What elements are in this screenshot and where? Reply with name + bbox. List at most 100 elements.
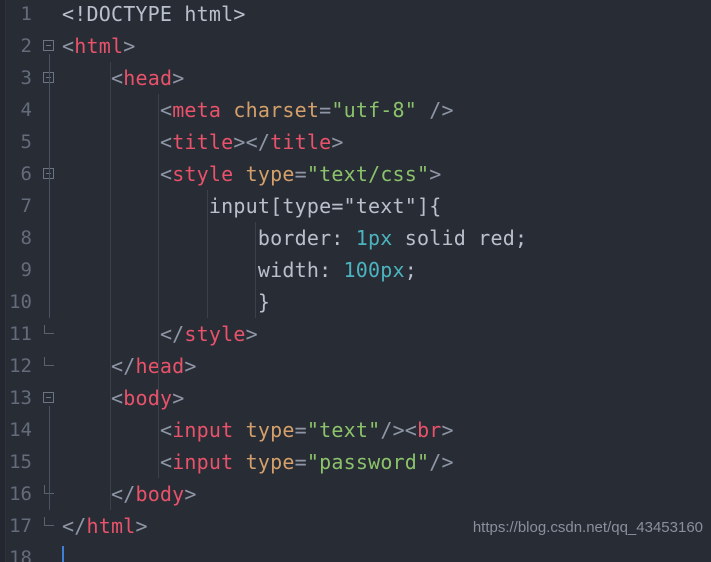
token-tag: meta: [172, 98, 222, 122]
token-tag: style: [172, 162, 234, 186]
gutter-row[interactable]: 6: [0, 158, 62, 190]
line-number-gutter[interactable]: 1 2 3 4 5 6 7 8 9 10 11 12 13 14 15 16 17 18: [0, 0, 62, 562]
line-number: 6: [20, 163, 32, 185]
watermark-text: https://blog.csdn.net/qq_43453160: [472, 519, 703, 536]
fold-end-marker-icon[interactable]: [44, 357, 54, 366]
gutter-row[interactable]: 12: [0, 350, 62, 382]
token-punctuation: </: [110, 354, 136, 378]
gutter-row[interactable]: 13: [0, 382, 62, 414]
token-tag: title: [270, 130, 332, 154]
gutter-row[interactable]: 15: [0, 446, 62, 478]
code-line[interactable]: border: 1px solid red;: [62, 222, 711, 254]
gutter-row[interactable]: 9: [0, 254, 62, 286]
gutter-row[interactable]: 14: [0, 414, 62, 446]
code-line[interactable]: <style type="text/css">: [62, 158, 711, 190]
token-punctuation: <: [62, 34, 75, 58]
token-attribute: charset: [233, 98, 320, 122]
code-content-area[interactable]: <!DOCTYPE html> <html> <head> <meta chars…: [62, 0, 711, 562]
code-line[interactable]: <input type="password"/>: [62, 446, 711, 478]
token-punctuation: =: [294, 418, 307, 442]
token-punctuation: <: [159, 162, 173, 186]
token-punctuation: <: [110, 66, 124, 90]
gutter-row[interactable]: 4: [0, 94, 62, 126]
token-plain: width:: [257, 258, 344, 282]
token-string: "text/css": [306, 162, 430, 186]
fold-end-marker-icon[interactable]: [44, 517, 54, 526]
gutter-row[interactable]: 5: [0, 126, 62, 158]
token-punctuation: <: [159, 418, 173, 442]
token-string: "password": [306, 450, 430, 474]
line-number: 1: [20, 3, 32, 25]
fold-collapse-icon[interactable]: [43, 392, 54, 403]
gutter-row[interactable]: 17: [0, 510, 62, 542]
token-punctuation: >: [172, 66, 185, 90]
token-plain: input[type="text"]{: [208, 194, 442, 218]
line-number: 15: [9, 451, 32, 473]
token-punctuation: <: [159, 98, 173, 122]
gutter-row[interactable]: 11: [0, 318, 62, 350]
code-line-text: <!DOCTYPE html>: [62, 0, 246, 30]
code-line-text: input[type="text"]{: [62, 190, 442, 222]
token-tag: head: [123, 66, 173, 90]
code-editor[interactable]: 1 2 3 4 5 6 7 8 9 10 11 12 13 14 15 16 17 18 <!DOCTYPE ht…: [0, 0, 711, 562]
gutter-row[interactable]: 2: [0, 30, 62, 62]
line-number: 2: [20, 35, 32, 57]
code-line-text: border: 1px solid red;: [62, 222, 527, 254]
token-punctuation: =: [294, 450, 307, 474]
token-punctuation: >: [172, 386, 185, 410]
line-number: 17: [9, 515, 32, 537]
code-line[interactable]: input[type="text"]{: [62, 190, 711, 222]
gutter-row[interactable]: 7: [0, 190, 62, 222]
code-line-text: <style type="text/css">: [62, 158, 442, 190]
token-tag: html: [74, 34, 124, 58]
code-line[interactable]: <title></title>: [62, 126, 711, 158]
token-punctuation: />: [429, 98, 454, 122]
code-line[interactable]: }: [62, 286, 711, 318]
gutter-row[interactable]: 8: [0, 222, 62, 254]
token-tag: style: [184, 322, 246, 346]
token-punctuation: >: [123, 34, 136, 58]
line-number: 5: [20, 131, 32, 153]
code-line-text: </head>: [62, 350, 197, 382]
token-plain: <!DOCTYPE html>: [62, 2, 246, 26]
fold-collapse-icon[interactable]: [43, 40, 54, 51]
text-cursor: [62, 546, 64, 562]
gutter-row[interactable]: 16: [0, 478, 62, 510]
indent-guide: [255, 222, 256, 318]
code-line[interactable]: <head>: [62, 62, 711, 94]
token-tag: title: [172, 130, 234, 154]
gutter-row[interactable]: 18: [0, 542, 62, 562]
code-line[interactable]: </head>: [62, 350, 711, 382]
code-line[interactable]: </style>: [62, 318, 711, 350]
gutter-row[interactable]: 10: [0, 286, 62, 318]
code-line[interactable]: <body>: [62, 382, 711, 414]
gutter-row[interactable]: 3: [0, 62, 62, 94]
token-punctuation: </: [62, 514, 87, 538]
token-attribute: type: [245, 450, 295, 474]
token-punctuation: /><: [380, 418, 418, 442]
token-punctuation: =: [294, 162, 307, 186]
fold-end-marker-icon[interactable]: [44, 325, 54, 334]
code-line-text: <head>: [62, 62, 184, 94]
gutter-row[interactable]: 1: [0, 0, 62, 30]
code-line[interactable]: </body>: [62, 478, 711, 510]
token-number: 100px: [343, 258, 405, 282]
code-line-text: <input type="text"/><br>: [62, 414, 454, 446]
token-tag: head: [135, 354, 185, 378]
code-line[interactable]: <meta charset="utf-8" />: [62, 94, 711, 126]
code-line[interactable]: width: 100px;: [62, 254, 711, 286]
code-line[interactable]: <!DOCTYPE html>: [62, 0, 711, 30]
token-punctuation: <: [159, 130, 173, 154]
code-line[interactable]: <input type="text"/><br>: [62, 414, 711, 446]
token-punctuation: =: [319, 98, 332, 122]
code-line[interactable]: [62, 542, 711, 562]
token-punctuation: <: [159, 450, 173, 474]
code-line[interactable]: <html>: [62, 30, 711, 62]
token-tag: input: [172, 418, 234, 442]
